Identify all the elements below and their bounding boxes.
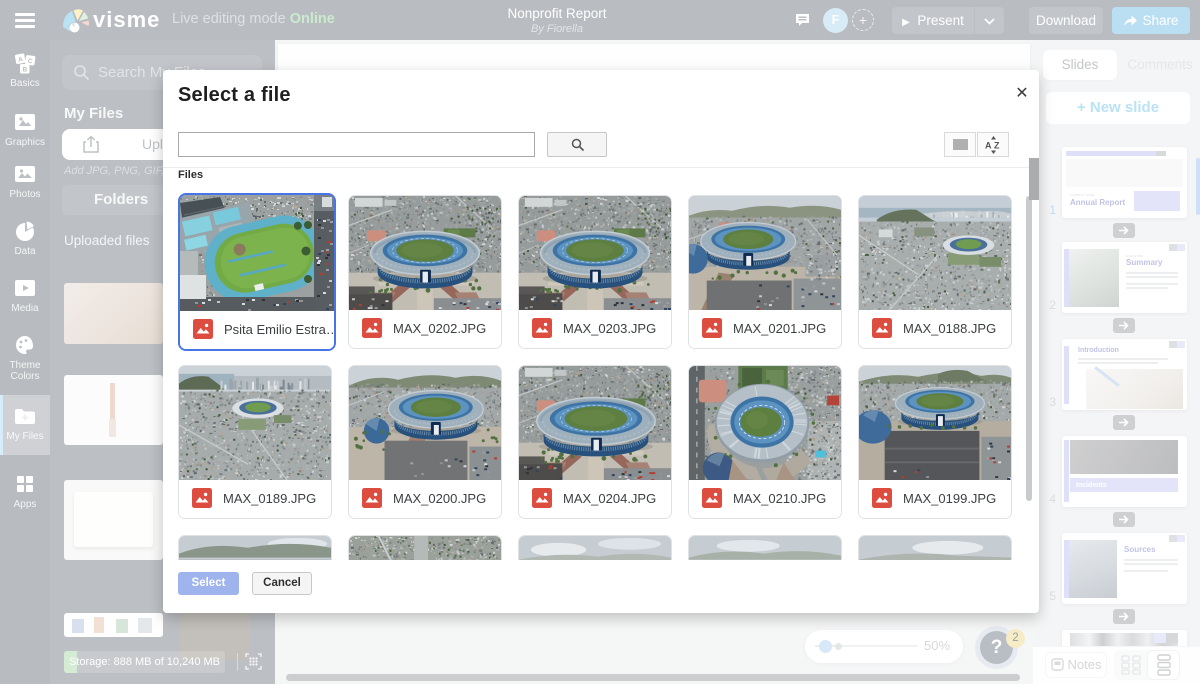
svg-text:A: A [985, 141, 992, 151]
svg-text:Z: Z [994, 141, 1000, 151]
